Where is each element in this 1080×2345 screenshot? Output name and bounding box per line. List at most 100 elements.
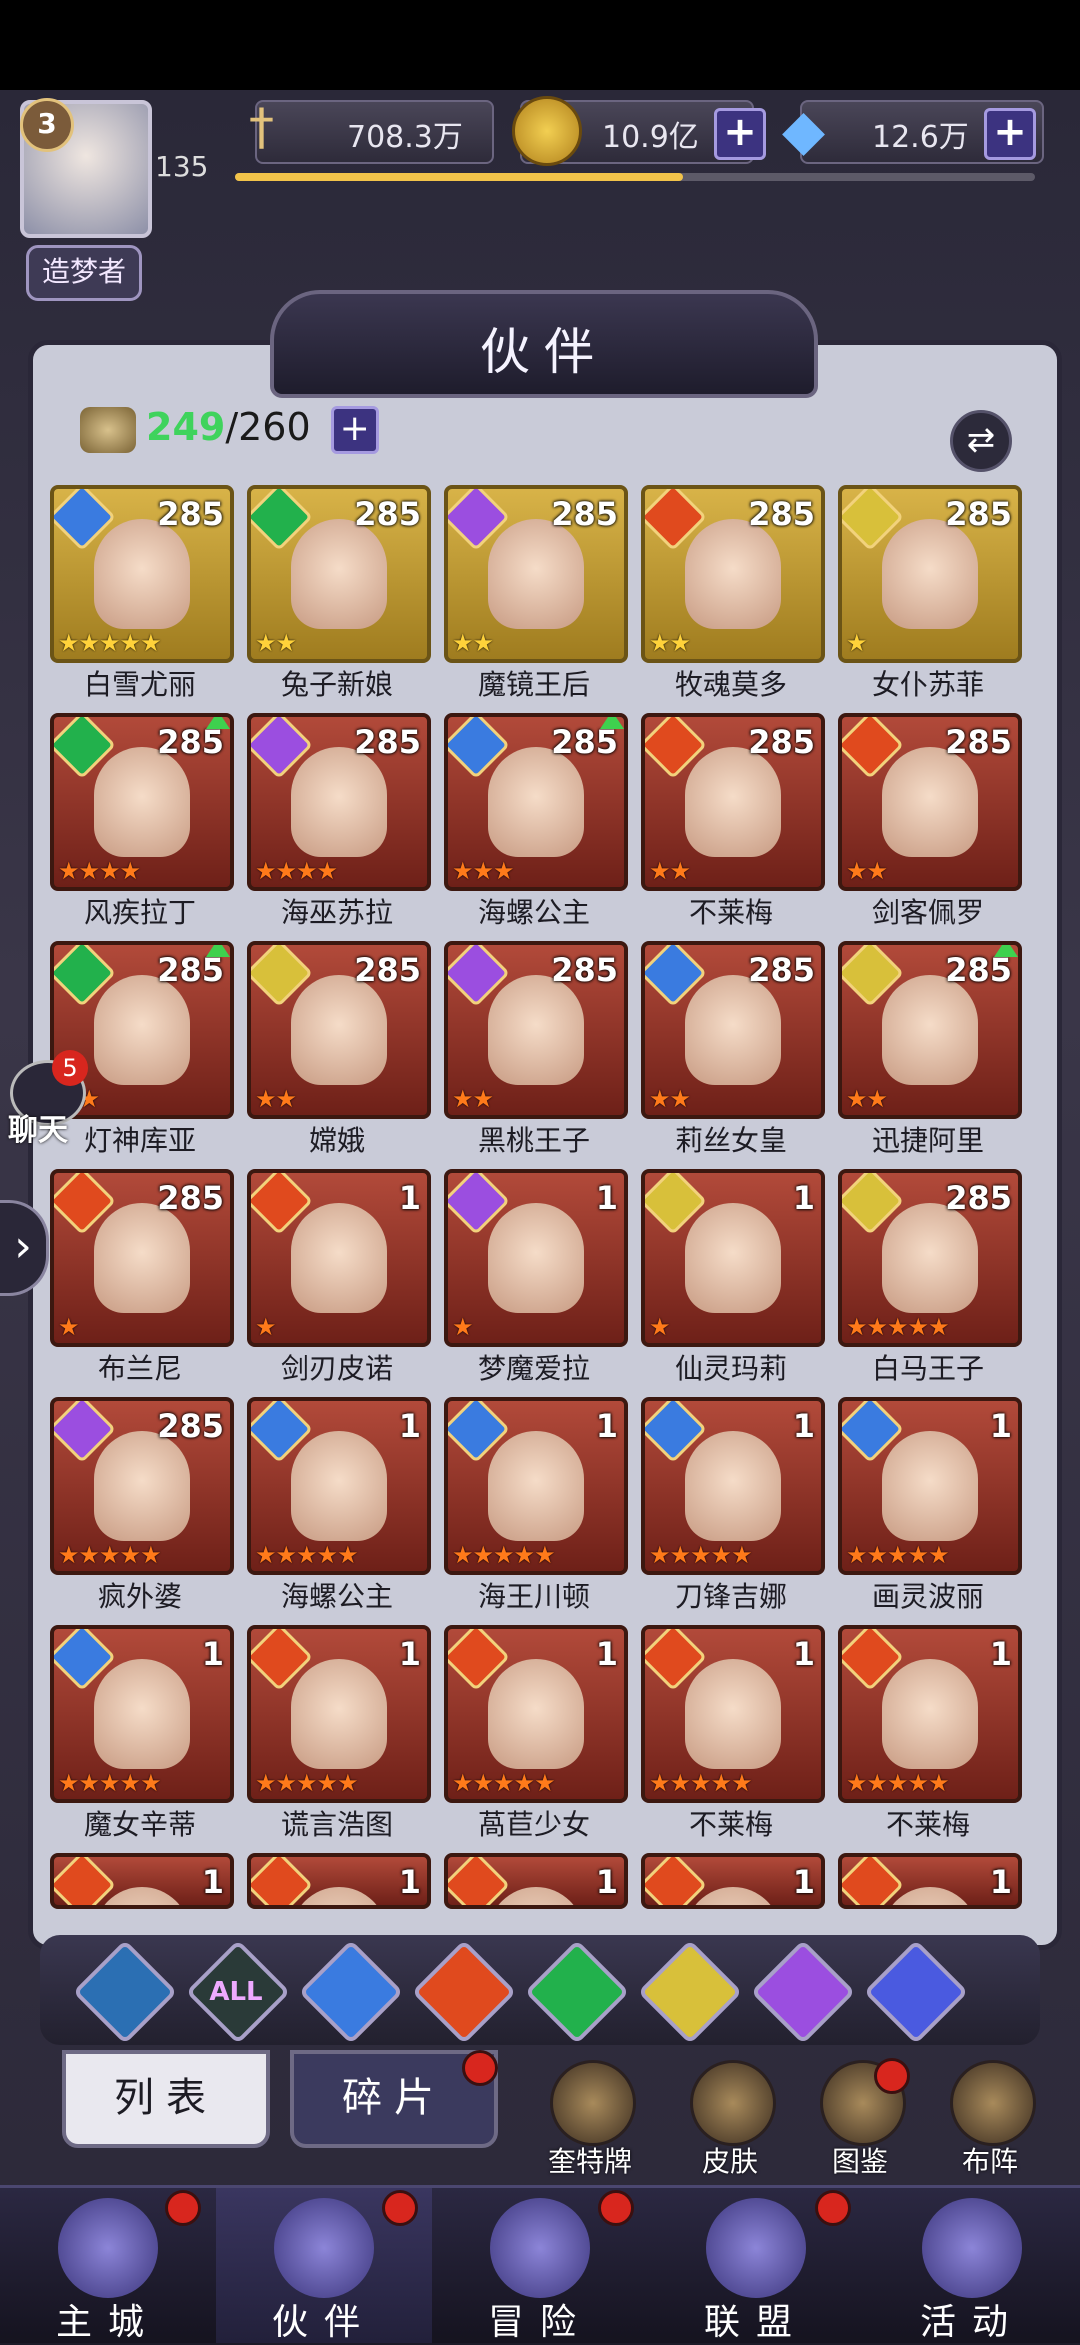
hero-level: 285 bbox=[354, 723, 421, 761]
hero-card[interactable]: 285 ★★★★★ bbox=[50, 485, 234, 663]
hero-card[interactable]: 1 ★★★★★ bbox=[838, 1397, 1022, 1575]
hero-card[interactable]: 285★★ bbox=[247, 485, 431, 663]
nav-events[interactable]: 活动 bbox=[864, 2188, 1080, 2343]
hero-card[interactable]: 1 ★★★★★ bbox=[50, 1625, 234, 1803]
tab-list[interactable]: 列表 bbox=[62, 2050, 270, 2148]
hero-card[interactable]: 285 ★★★★★ bbox=[838, 1169, 1022, 1347]
add-diamond-button[interactable]: + bbox=[984, 108, 1036, 160]
hero-level: 1 bbox=[201, 1863, 224, 1901]
hero-stars: ★★★★★ bbox=[255, 1541, 359, 1569]
hero-card[interactable]: 285★★ bbox=[838, 713, 1022, 891]
hero-name: 画灵波丽 bbox=[871, 1580, 984, 1613]
hero-card[interactable]: 1 ★★★★★ bbox=[641, 1625, 825, 1803]
hero-card[interactable]: 1 ★★★★★ bbox=[444, 1397, 628, 1575]
hero-level: 1 bbox=[595, 1863, 618, 1901]
hero-level: 285 bbox=[945, 1179, 1012, 1217]
hero-card[interactable]: 285 ★★★★ bbox=[50, 713, 234, 891]
hero-card[interactable]: 1 ★★★★★ bbox=[838, 1625, 1022, 1803]
chat-button[interactable]: 5 聊天 bbox=[0, 1050, 95, 1150]
hero-name: 不莱梅 bbox=[688, 896, 773, 929]
hero-card[interactable]: 1 ★ bbox=[641, 1169, 825, 1347]
hero-card[interactable]: 285★★ bbox=[838, 941, 1022, 1119]
hero-card[interactable]: 285★★ bbox=[444, 485, 628, 663]
hero-portrait bbox=[685, 519, 781, 629]
hero-card[interactable]: 1 ★★★★★ bbox=[247, 1625, 431, 1803]
hero-stars: ★★ bbox=[846, 1085, 888, 1113]
power-display: † 708.3万 bbox=[249, 98, 494, 164]
hero-portrait bbox=[685, 747, 781, 857]
player-title[interactable]: 造梦者 bbox=[26, 245, 142, 301]
hero-card[interactable]: 1 bbox=[50, 1853, 234, 1909]
hero-stars: ★★ bbox=[649, 857, 691, 885]
hero-name: 萵苣少女 bbox=[477, 1808, 590, 1841]
hero-card[interactable]: 285 ★★★ bbox=[444, 713, 628, 891]
hero-stars: ★★ bbox=[649, 629, 691, 657]
fire-element-icon bbox=[251, 1857, 313, 1905]
hero-card[interactable]: 1 bbox=[641, 1853, 825, 1909]
hero-portrait bbox=[488, 975, 584, 1085]
partner-count: 249/260 + bbox=[80, 405, 379, 461]
hero-portrait bbox=[94, 975, 190, 1085]
hero-level: 1 bbox=[398, 1179, 421, 1217]
side-button-formation[interactable]: 布阵 bbox=[940, 2060, 1040, 2178]
hero-card[interactable]: 285 ★★★★★ bbox=[50, 1397, 234, 1575]
hero-card[interactable]: 1 ★ bbox=[444, 1169, 628, 1347]
hero-level: 1 bbox=[595, 1635, 618, 1673]
hero-card[interactable]: 285 ★ bbox=[838, 485, 1022, 663]
hero-name: 不莱梅 bbox=[688, 1808, 773, 1841]
hero-name: 迅捷阿里 bbox=[871, 1124, 984, 1157]
hero-name: 风疾拉丁 bbox=[83, 896, 196, 929]
hero-portrait bbox=[94, 747, 190, 857]
hero-name: 布兰尼 bbox=[97, 1352, 182, 1385]
upgrade-arrow-icon bbox=[206, 717, 230, 729]
hero-card[interactable]: 1 ★ bbox=[247, 1169, 431, 1347]
hero-stars: ★★★★★ bbox=[58, 629, 162, 657]
filter-light-button[interactable] bbox=[637, 1939, 743, 2045]
hero-portrait bbox=[685, 1431, 781, 1541]
hero-card[interactable]: 1 bbox=[444, 1853, 628, 1909]
hero-level: 1 bbox=[398, 1635, 421, 1673]
filter-moon-button[interactable] bbox=[750, 1939, 856, 2045]
hero-name: 海螺公主 bbox=[477, 896, 590, 929]
hero-card[interactable]: 285★★ bbox=[247, 941, 431, 1119]
expand-capacity-button[interactable]: + bbox=[330, 405, 379, 454]
sort-toggle-button[interactable]: ⇄ bbox=[950, 410, 1012, 472]
hero-card[interactable]: 285★★ bbox=[444, 941, 628, 1119]
hero-card[interactable]: 285★★ bbox=[641, 713, 825, 891]
hero-stars: ★ bbox=[58, 1313, 79, 1341]
hero-portrait bbox=[291, 747, 387, 857]
nav-label: 活动 bbox=[919, 2302, 1024, 2343]
hero-card[interactable]: 1 bbox=[247, 1853, 431, 1909]
hero-level: 1 bbox=[398, 1407, 421, 1445]
exp-bar bbox=[235, 173, 1035, 181]
side-button-quest-cards[interactable]: 奎特牌 bbox=[540, 2060, 640, 2178]
hero-stars: ★ bbox=[255, 1313, 276, 1341]
hero-card[interactable]: 1 ★★★★★ bbox=[641, 1397, 825, 1575]
hero-name: 谎言浩图 bbox=[280, 1808, 393, 1841]
hero-card[interactable]: 1 ★★★★★ bbox=[247, 1397, 431, 1575]
hero-card[interactable]: 1 ★★★★★ bbox=[444, 1625, 628, 1803]
hero-card[interactable]: 285★★ bbox=[641, 941, 825, 1119]
hero-name: 海螺公主 bbox=[280, 1580, 393, 1613]
compass-icon bbox=[490, 2198, 590, 2298]
hero-portrait bbox=[94, 1203, 190, 1313]
hero-level: 285 bbox=[354, 495, 421, 533]
hero-card[interactable]: 285★★ bbox=[641, 485, 825, 663]
hero-portrait bbox=[488, 519, 584, 629]
add-gold-button[interactable]: + bbox=[714, 108, 766, 160]
hero-card[interactable]: 285 ★ bbox=[50, 1169, 234, 1347]
filter-water-button[interactable] bbox=[298, 1939, 404, 2045]
hero-card[interactable]: 285 ★★★★ bbox=[247, 713, 431, 891]
filter-fire-button[interactable] bbox=[411, 1939, 517, 2045]
hero-stars: ★★★★★ bbox=[255, 1769, 359, 1797]
hero-name: 剑客佩罗 bbox=[871, 896, 984, 929]
hero-portrait bbox=[488, 1203, 584, 1313]
filter-planet-button[interactable] bbox=[863, 1939, 969, 2045]
filter-wind-button[interactable] bbox=[524, 1939, 630, 2045]
fire-element-icon bbox=[54, 1857, 116, 1905]
hero-stars: ★★★★★ bbox=[58, 1541, 162, 1569]
hero-card[interactable]: 1 bbox=[838, 1853, 1022, 1909]
side-button-skins[interactable]: 皮肤 bbox=[680, 2060, 780, 2178]
filter-none-button[interactable] bbox=[72, 1939, 178, 2045]
hero-level: 285 bbox=[551, 951, 618, 989]
